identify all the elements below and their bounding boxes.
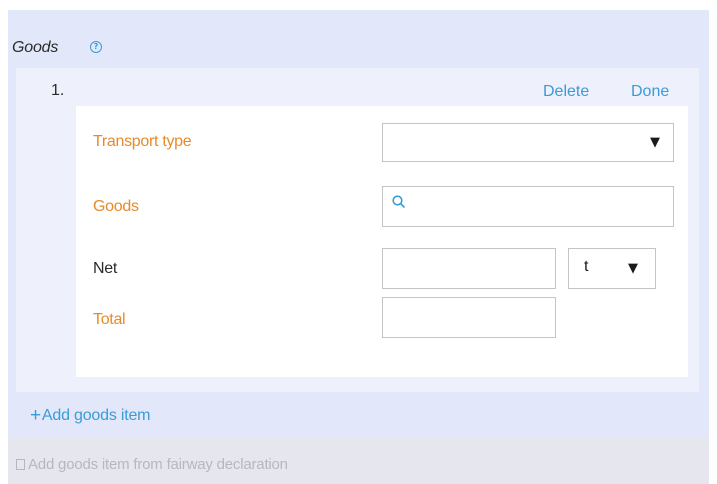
goods-section-panel: Goods ? 1. Delete Done Transport type ▼ … [8, 10, 709, 484]
done-link[interactable]: Done [631, 83, 669, 101]
transport-type-select[interactable]: ▼ [382, 123, 674, 162]
total-label: Total [93, 311, 126, 328]
net-label: Net [93, 260, 117, 277]
fairway-action-bar: Add goods item from fairway declaration [8, 438, 709, 484]
net-input[interactable] [382, 248, 556, 289]
add-goods-item-link[interactable]: +Add goods item [30, 404, 150, 426]
dropdown-arrow-icon: ▼ [650, 135, 660, 150]
search-icon [392, 195, 405, 208]
add-from-fairway-label: Add goods item from fairway declaration [28, 456, 288, 473]
net-unit-select[interactable]: t ▼ [568, 248, 656, 289]
goods-item-form: Transport type ▼ Goods Net t ▼ Total [76, 106, 688, 377]
transport-type-label: Transport type [93, 133, 192, 150]
item-number: 1. [51, 82, 65, 99]
help-icon[interactable]: ? [90, 41, 102, 53]
net-unit-value: t [584, 258, 589, 275]
goods-search-input[interactable] [382, 186, 674, 227]
plus-icon: + [30, 405, 41, 426]
goods-label: Goods [93, 198, 139, 215]
add-goods-item-label: Add goods item [41, 407, 151, 424]
total-input[interactable] [382, 297, 556, 338]
goods-item-card: 1. Delete Done Transport type ▼ Goods Ne… [16, 68, 699, 392]
copy-icon [16, 459, 25, 470]
dropdown-arrow-icon: ▼ [628, 261, 638, 276]
add-from-fairway-link: Add goods item from fairway declaration [16, 456, 288, 473]
delete-link[interactable]: Delete [543, 83, 589, 101]
section-title: Goods [12, 39, 59, 56]
